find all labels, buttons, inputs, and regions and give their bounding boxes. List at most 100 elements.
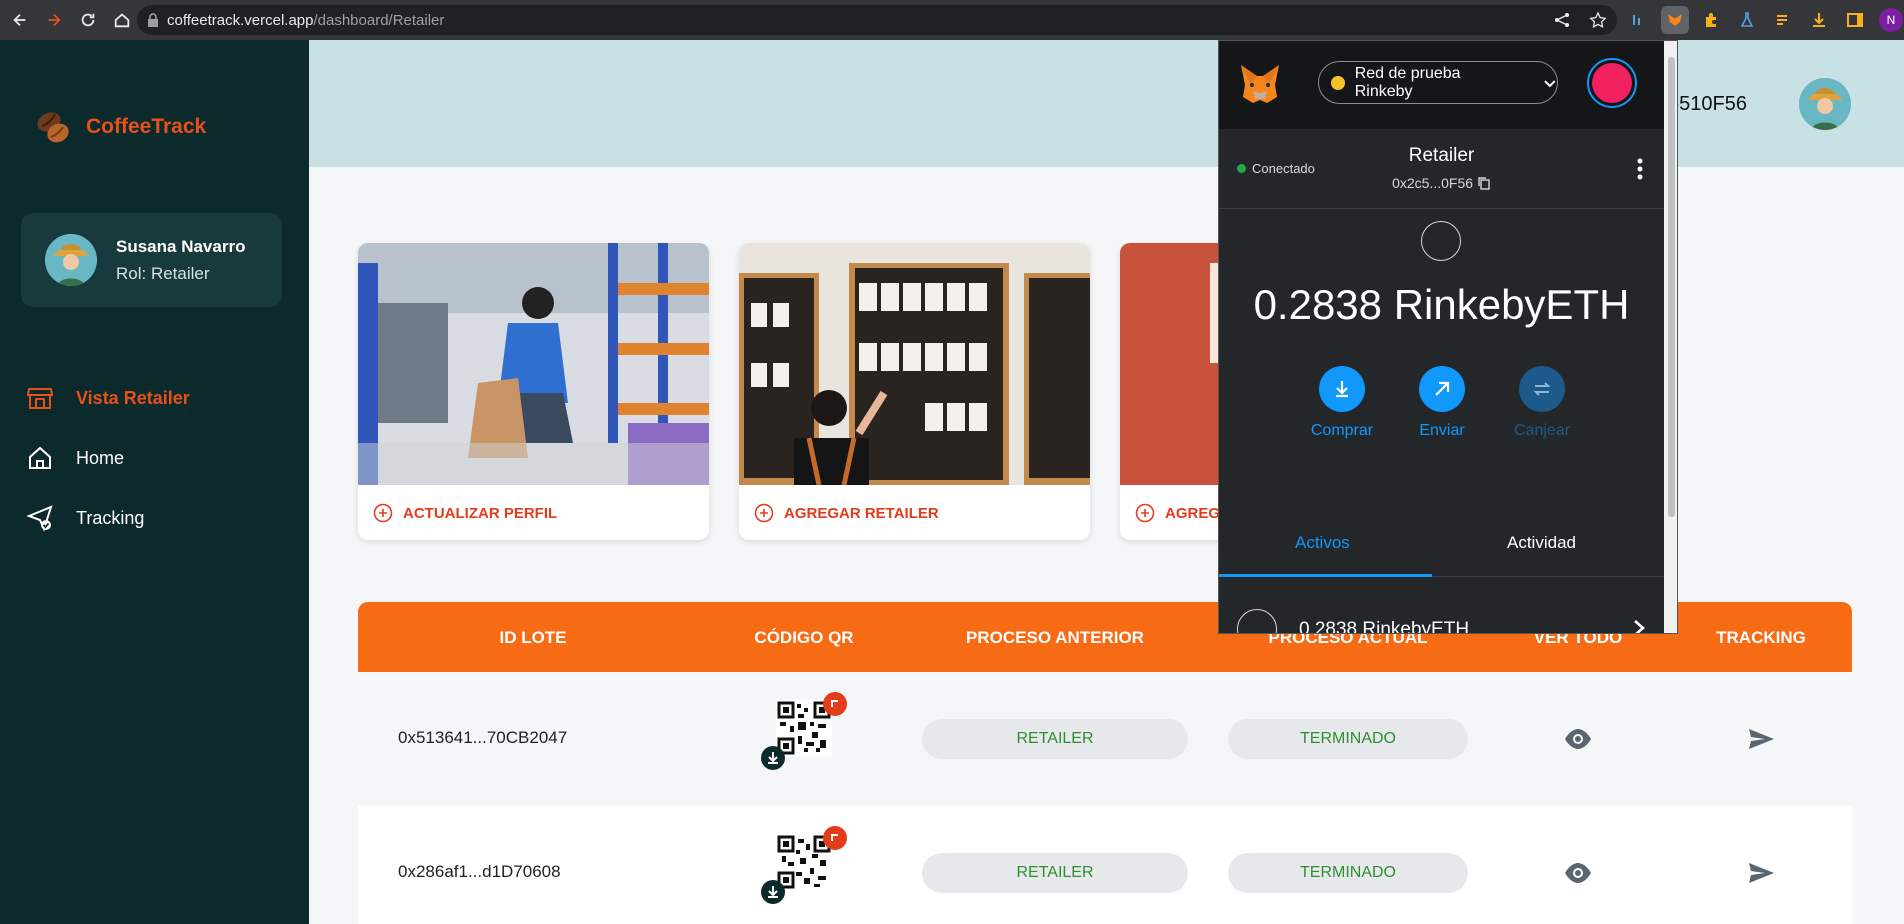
arrow-up-right-icon [1435, 381, 1450, 396]
kebab-menu-icon[interactable] [1637, 157, 1643, 181]
swap-circle [1519, 366, 1565, 412]
scrollbar-thumb[interactable] [1668, 57, 1675, 517]
user-name: Susana Navarro [116, 237, 246, 256]
forward-button[interactable] [40, 6, 68, 34]
card-action-label: AGREG [1165, 504, 1221, 522]
home-icon [29, 446, 51, 469]
sidebar-item-label: Home [76, 447, 125, 468]
arrow-left-icon [13, 13, 26, 27]
profile-avatar: N [1879, 8, 1903, 32]
scrollbar[interactable] [1664, 41, 1677, 633]
asset-row[interactable]: 0.2838 RinkebyETH [1219, 577, 1664, 634]
url-text: coffeetrack.vercel.app/dashboard/Retaile… [167, 11, 445, 29]
balance: 0.2838 RinkebyETH [1253, 281, 1630, 328]
eye-icon[interactable] [1563, 724, 1593, 754]
reload-icon [81, 13, 95, 27]
table-row: 0x513641...70CB2047 RETAILER TERMINADO [358, 672, 1852, 806]
puzzle-icon [1706, 13, 1716, 27]
avatar [45, 234, 97, 286]
sidebar: CoffeeTrack Susana Navarro Rol: Retailer… [0, 40, 309, 924]
download-qr-button[interactable] [761, 746, 785, 770]
home-button[interactable] [108, 6, 136, 34]
home-icon [114, 13, 130, 28]
download-icon [1336, 381, 1348, 398]
tab-actividad[interactable]: Actividad [1507, 533, 1576, 553]
plus-circle-icon [373, 503, 393, 523]
send-icon[interactable] [1746, 724, 1776, 754]
bookmark-star-icon[interactable] [1589, 11, 1607, 29]
profile-button[interactable]: N [1877, 6, 1904, 34]
flask-icon [1740, 12, 1754, 27]
network-selector[interactable]: Red de prueba Rinkeby [1318, 61, 1558, 104]
lot-id: 0x286af1...d1D70608 [398, 862, 561, 881]
header-avatar[interactable] [1799, 78, 1851, 130]
card-actualizar-perfil: ACTUALIZAR PERFIL [358, 243, 709, 540]
chevron-down-icon [1544, 79, 1556, 87]
card-agregar-retailer: AGREGAR RETAILER [739, 243, 1090, 540]
sidebar-item-home[interactable]: Home [26, 444, 124, 472]
network-label: Red de prueba Rinkeby [1354, 64, 1461, 100]
metamask-popup: Red de prueba Rinkeby Conectado Retailer… [1218, 40, 1678, 634]
sidebar-item-tracking[interactable]: Tracking [26, 504, 144, 532]
account-identicon [1592, 63, 1632, 103]
card-action-button[interactable]: ACTUALIZAR PERFIL [373, 503, 557, 523]
lot-id: 0x513641...70CB2047 [398, 728, 568, 747]
reading-list-button[interactable] [1769, 6, 1797, 34]
plus-circle-icon [754, 503, 774, 523]
reload-button[interactable] [74, 6, 102, 34]
status-badge: RETAILER [922, 853, 1188, 893]
asset-label: 0.2838 RinkebyETH [1299, 619, 1470, 634]
side-panel-icon [1847, 13, 1863, 27]
account-menu-button[interactable] [1587, 58, 1637, 108]
send-button[interactable]: Enviar [1397, 366, 1487, 440]
bar-chart-icon [1633, 15, 1640, 25]
status-badge: TERMINADO [1228, 853, 1468, 893]
send-icon[interactable] [1746, 858, 1776, 888]
chevron-right-icon [1634, 620, 1645, 633]
account-name: Retailer [1408, 145, 1475, 166]
copy-icon [1478, 177, 1490, 190]
side-panel-button[interactable] [1841, 6, 1869, 34]
column-header: TRACKING [1716, 628, 1806, 647]
farmer-avatar-icon [45, 234, 97, 286]
account-address-text: 0x2c5...0F56 [1392, 175, 1474, 191]
swap-button[interactable]: Canjear [1497, 366, 1587, 440]
browser-toolbar: coffeetrack.vercel.app/dashboard/Retaile… [0, 0, 1904, 40]
sidebar-item-vista-retailer[interactable]: Vista Retailer [26, 384, 190, 412]
send-circle [1419, 366, 1465, 412]
lock-icon [148, 13, 158, 27]
metamask-extension[interactable] [1661, 6, 1689, 34]
extension-1[interactable] [1625, 6, 1653, 34]
coffee-shelf-photo [739, 243, 1090, 485]
card-action-button[interactable]: AGREGAR RETAILER [754, 503, 939, 523]
buy-button[interactable]: Comprar [1297, 366, 1387, 440]
lots-table: ID LOTE CÓDIGO QR PROCESO ANTERIOR PROCE… [358, 602, 1852, 924]
download-icon [768, 752, 778, 764]
coffee-bean-logo-icon [37, 112, 69, 143]
status-badge: TERMINADO [1228, 719, 1468, 759]
download-icon [768, 886, 778, 898]
expand-qr-button[interactable] [823, 692, 847, 716]
metamask-fox-icon[interactable] [1237, 61, 1283, 107]
token-icon [1421, 221, 1461, 261]
share-icon[interactable] [1553, 11, 1571, 29]
download-qr-button[interactable] [761, 880, 785, 904]
expand-qr-button[interactable] [823, 826, 847, 850]
eye-icon[interactable] [1563, 858, 1593, 888]
back-button[interactable] [6, 6, 34, 34]
extensions-button[interactable] [1697, 6, 1725, 34]
metamask-header: Red de prueba Rinkeby [1219, 41, 1664, 129]
plus-circle-icon [1135, 503, 1155, 523]
buy-circle [1319, 366, 1365, 412]
downloads-button[interactable] [1805, 6, 1833, 34]
address-bar[interactable]: coffeetrack.vercel.app/dashboard/Retaile… [137, 5, 1617, 35]
brand[interactable]: CoffeeTrack [32, 106, 206, 148]
account-address[interactable]: 0x2c5...0F56 [1219, 175, 1664, 191]
tab-activos[interactable]: Activos [1295, 533, 1350, 553]
swap-label: Canjear [1513, 422, 1571, 439]
card-action-label: AGREGAR RETAILER [784, 504, 939, 522]
wallet-address: 5510F56 [1668, 93, 1747, 115]
extension-flask[interactable] [1733, 6, 1761, 34]
fox-icon [1668, 14, 1682, 26]
card-action-button[interactable]: AGREG [1135, 503, 1220, 523]
